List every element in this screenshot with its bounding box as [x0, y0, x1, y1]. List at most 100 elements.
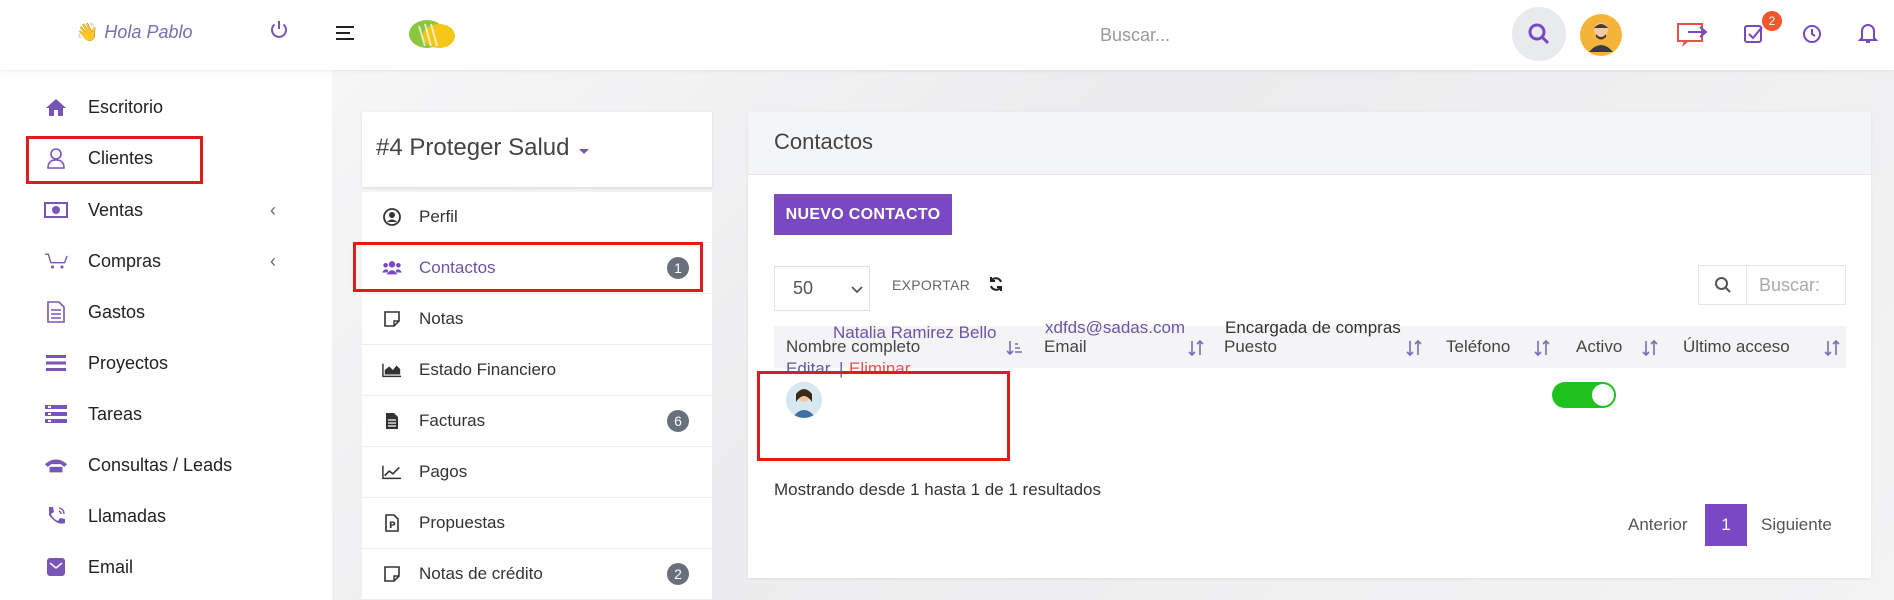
email-icon	[44, 555, 68, 579]
tasks-icon	[44, 402, 68, 426]
home-icon	[44, 95, 68, 119]
sidebar-item-label: Llamadas	[88, 505, 167, 526]
proposal-icon: P	[382, 513, 402, 533]
highlight-contact-row	[757, 371, 1010, 461]
contact-name-link[interactable]: Natalia Ramirez Bello	[833, 323, 996, 343]
contacts-title: Contactos	[774, 129, 874, 154]
table-search	[1698, 265, 1846, 305]
tab-propuestas[interactable]: P Propuestas	[362, 498, 712, 549]
contacts-panel: Contactos NUEVO CONTACTO 50 EXPORTAR Nom…	[748, 112, 1871, 578]
chevron-down-icon	[851, 281, 863, 299]
sidebar-item-tareas[interactable]: Tareas	[0, 394, 332, 434]
menu-item-label: Estado Financiero	[419, 360, 557, 379]
active-toggle[interactable]	[1552, 382, 1616, 408]
sidebar-item-label: Compras	[88, 250, 162, 271]
count-badge: 2	[667, 563, 689, 585]
notification-badge: 2	[1762, 11, 1782, 31]
column-header-position[interactable]: Puesto	[1224, 337, 1277, 357]
refresh-icon[interactable]	[988, 276, 1004, 297]
menu-item-label: Perfil	[419, 207, 458, 226]
invoice-icon	[382, 411, 402, 431]
power-icon[interactable]	[270, 20, 288, 46]
tab-notas-credito[interactable]: Notas de crédito 2	[362, 549, 712, 600]
global-search-input[interactable]	[1100, 20, 1480, 50]
sort-asc-icon[interactable]	[1006, 340, 1022, 361]
client-title-text: #4 Proteger Salud	[376, 134, 570, 161]
sidebar-item-label: Proyectos	[88, 352, 169, 373]
tab-estado-financiero[interactable]: Estado Financiero	[362, 345, 712, 396]
highlight-contactos	[353, 242, 703, 292]
search-icon	[1699, 266, 1747, 304]
caret-down-icon	[579, 148, 590, 154]
sidebar-item-label: Tareas	[88, 403, 143, 424]
sidebar-item-gastos[interactable]: Gastos	[0, 292, 332, 332]
sort-icon[interactable]	[1824, 339, 1840, 361]
contact-email-link[interactable]: xdfds@sadas.com	[1045, 318, 1185, 338]
sidebar-item-label: Email	[88, 556, 134, 577]
pagination-next[interactable]: Siguiente	[1761, 515, 1832, 535]
sidebar-item-consultas[interactable]: Consultas / Leads	[0, 445, 332, 485]
top-bar: 👋 Hola Pablo 2	[0, 0, 1894, 70]
contacts-header: Contactos	[748, 112, 1871, 175]
tab-facturas[interactable]: Facturas 6	[362, 396, 712, 447]
client-title[interactable]: #4 Proteger Salud	[376, 134, 590, 162]
sidebar-item-label: Consultas / Leads	[88, 454, 233, 475]
sidebar-item-escritorio[interactable]: Escritorio	[0, 87, 332, 127]
column-header-active[interactable]: Activo	[1576, 337, 1622, 357]
sidebar-item-email[interactable]: Email	[0, 547, 332, 587]
sort-icon[interactable]	[1188, 339, 1204, 361]
page-size-value: 50	[793, 278, 814, 298]
column-header-phone[interactable]: Teléfono	[1446, 337, 1510, 357]
sidebar-item-label: Ventas	[88, 199, 144, 220]
search-icon	[1528, 23, 1550, 45]
pagination-current-page[interactable]: 1	[1705, 504, 1747, 546]
clock-icon[interactable]	[1802, 24, 1822, 49]
user-circle-icon	[382, 207, 402, 227]
results-summary: Mostrando desde 1 hasta 1 de 1 resultado…	[774, 480, 1101, 499]
menu-item-label: Notas de crédito	[419, 564, 543, 583]
highlight-clientes	[26, 136, 203, 184]
chevron-left-icon: ‹	[270, 199, 276, 220]
sort-icon[interactable]	[1406, 339, 1422, 361]
search-button[interactable]	[1512, 7, 1566, 61]
tab-notas[interactable]: Notas	[362, 294, 712, 345]
note-icon	[382, 564, 402, 584]
bars-icon	[44, 351, 68, 375]
tab-perfil[interactable]: Perfil	[362, 192, 712, 243]
note-icon	[382, 309, 402, 329]
brand-logo[interactable]	[405, 12, 461, 52]
sort-icon[interactable]	[1534, 339, 1550, 361]
page-size-select[interactable]: 50	[774, 266, 870, 311]
sidebar-item-ventas[interactable]: Ventas ‹	[0, 190, 332, 230]
column-header-email[interactable]: Email	[1044, 337, 1087, 357]
tasks-check-icon[interactable]	[1743, 22, 1765, 49]
table-search-input[interactable]	[1747, 266, 1845, 304]
sidebar-item-proyectos[interactable]: Proyectos	[0, 343, 332, 383]
contact-position: Encargada de compras	[1225, 318, 1401, 337]
pagination-prev[interactable]: Anterior	[1628, 515, 1688, 535]
menu-item-label: Propuestas	[419, 513, 505, 532]
sidebar-item-label: Gastos	[88, 301, 146, 322]
money-icon	[44, 198, 68, 222]
menu-item-label: Notas	[419, 309, 464, 328]
bell-icon[interactable]	[1857, 22, 1879, 49]
menu-item-label: Pagos	[419, 462, 468, 481]
greeting-text: Hola Pablo	[104, 22, 193, 42]
sidebar-item-compras[interactable]: Compras ‹	[0, 241, 332, 281]
count-badge: 6	[667, 410, 689, 432]
client-header: #4 Proteger Salud	[362, 112, 712, 187]
sort-icon[interactable]	[1642, 339, 1658, 361]
tab-pagos[interactable]: Pagos	[362, 447, 712, 498]
user-avatar[interactable]	[1580, 14, 1622, 56]
sidebar-item-llamadas[interactable]: Llamadas	[0, 496, 332, 536]
chat-icon[interactable]	[1676, 20, 1708, 53]
toggle-knob	[1592, 384, 1614, 406]
document-icon	[44, 300, 68, 324]
line-chart-icon	[382, 462, 402, 482]
column-header-last-access[interactable]: Último acceso	[1683, 337, 1790, 357]
call-icon	[44, 504, 68, 528]
menu-toggle-icon[interactable]	[336, 26, 354, 44]
new-contact-button[interactable]: NUEVO CONTACTO	[774, 194, 952, 235]
export-button[interactable]: EXPORTAR	[892, 277, 970, 293]
chevron-left-icon: ‹	[270, 250, 276, 271]
